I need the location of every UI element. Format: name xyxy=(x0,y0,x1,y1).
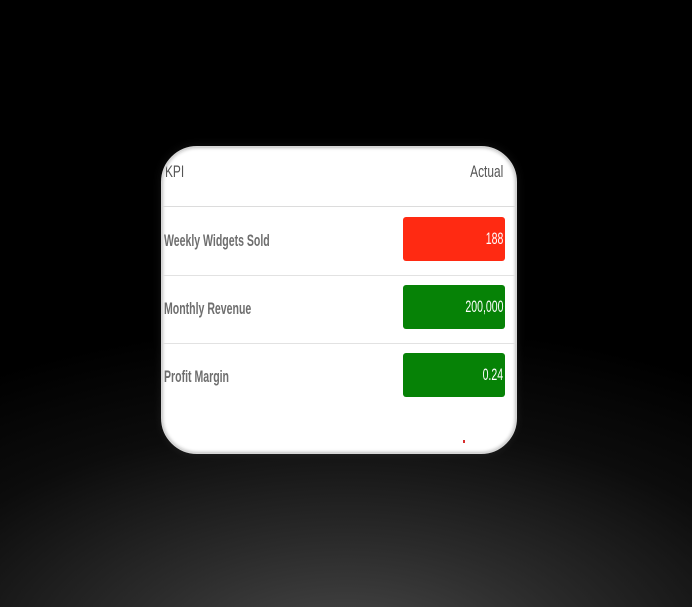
kpi-label: Weekly Widgets Sold xyxy=(164,231,270,250)
kpi-value-badge: 188 xyxy=(403,217,505,261)
table-header-row: KPI Actual xyxy=(163,148,515,207)
decorative-tick xyxy=(463,440,465,443)
kpi-value: 200,000 xyxy=(464,297,503,316)
kpi-column-header: KPI xyxy=(165,162,185,181)
table-row: Weekly Widgets Sold 188 xyxy=(163,207,515,276)
table-row: Monthly Revenue 200,000 xyxy=(163,275,515,344)
kpi-label: Monthly Revenue xyxy=(164,299,252,318)
actual-column-header: Actual xyxy=(469,162,503,181)
kpi-value-badge: 200,000 xyxy=(403,285,505,329)
kpi-value: 188 xyxy=(485,229,503,248)
kpi-label: Profit Margin xyxy=(164,367,230,386)
kpi-value: 0.24 xyxy=(482,365,503,384)
table-row: Profit Margin 0.24 xyxy=(163,343,515,411)
kpi-table-card: KPI Actual Weekly Widgets Sold 188 Month… xyxy=(161,146,517,454)
kpi-value-badge: 0.24 xyxy=(403,353,505,397)
